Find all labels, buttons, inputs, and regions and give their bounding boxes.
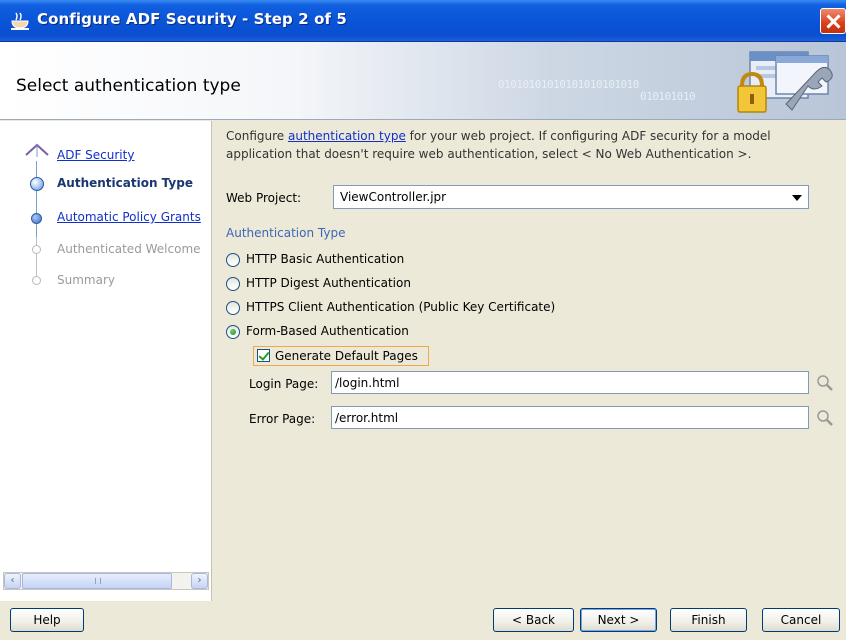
step-adf-security[interactable]: ADF Security <box>0 145 212 167</box>
intro-text: Configure authentication type for your w… <box>226 127 836 163</box>
chevron-down-icon <box>792 195 802 201</box>
window-title: Configure ADF Security - Step 2 of 5 <box>37 10 347 28</box>
step-label: Authenticated Welcome <box>57 242 201 256</box>
steps-horizontal-scrollbar[interactable]: ‹ › <box>3 572 209 590</box>
binary-decoration-2: 010101010 <box>640 90 696 103</box>
login-page-value: /login.html <box>335 376 400 390</box>
checkbox-checked[interactable] <box>257 349 270 362</box>
help-button[interactable]: Help <box>10 608 84 632</box>
radio-button-selected[interactable] <box>226 325 240 339</box>
error-page-input[interactable]: /error.html <box>331 406 809 429</box>
coffee-cup-icon <box>11 12 29 30</box>
search-icon[interactable] <box>816 374 834 392</box>
step-label: Automatic Policy Grants <box>57 210 201 224</box>
page-title: Select authentication type <box>16 76 241 96</box>
wizard-content: Configure authentication type for your w… <box>213 121 846 601</box>
step-authentication-type[interactable]: Authentication Type <box>0 173 212 195</box>
binary-decoration: 01010101010101010101010 <box>498 78 639 91</box>
scrollbar-thumb[interactable] <box>22 573 172 589</box>
step-authenticated-welcome: Authenticated Welcome <box>0 239 212 261</box>
next-button[interactable]: Next > <box>580 608 657 632</box>
checkbox-label: Generate Default Pages <box>275 349 418 363</box>
login-page-input[interactable]: /login.html <box>331 371 809 394</box>
step-summary: Summary <box>0 270 212 292</box>
wizard-header: Select authentication type 0101010101010… <box>0 42 846 120</box>
search-icon[interactable] <box>816 409 834 427</box>
radio-label: HTTP Basic Authentication <box>246 252 405 266</box>
wizard-button-bar: Help < Back Next > Finish Cancel <box>0 601 846 640</box>
login-page-label: Login Page: <box>249 377 319 391</box>
authentication-type-help-link[interactable]: authentication type <box>288 129 406 143</box>
back-button[interactable]: < Back <box>493 608 574 632</box>
scroll-left-button[interactable]: ‹ <box>4 573 21 589</box>
radio-label: HTTP Digest Authentication <box>246 276 411 290</box>
cancel-button[interactable]: Cancel <box>762 608 840 632</box>
radio-label: Form-Based Authentication <box>246 324 409 338</box>
error-page-value: /error.html <box>335 411 399 425</box>
scroll-right-button[interactable]: › <box>191 573 208 589</box>
web-project-label: Web Project: <box>226 191 302 205</box>
finish-button[interactable]: Finish <box>670 608 747 632</box>
authentication-type-section-title: Authentication Type <box>226 226 346 240</box>
web-project-value: ViewController.jpr <box>340 190 447 204</box>
step-automatic-policy-grants[interactable]: Automatic Policy Grants <box>0 207 212 229</box>
radio-label: HTTPS Client Authentication (Public Key … <box>246 300 556 314</box>
step-label: Summary <box>57 273 115 287</box>
title-bar: Configure ADF Security - Step 2 of 5 <box>0 0 846 42</box>
security-lock-wrench-icon <box>737 51 833 113</box>
step-label: Authentication Type <box>57 176 193 190</box>
wizard-steps-panel: ADF Security Authentication Type Automat… <box>0 121 212 601</box>
intro-prefix: Configure <box>226 129 288 143</box>
error-page-label: Error Page: <box>249 412 316 426</box>
step-label: ADF Security <box>57 148 135 162</box>
radio-button[interactable] <box>226 253 240 267</box>
radio-button[interactable] <box>226 277 240 291</box>
radio-button[interactable] <box>226 301 240 315</box>
close-button[interactable] <box>820 8 846 34</box>
web-project-dropdown[interactable]: ViewController.jpr <box>333 185 809 209</box>
generate-default-pages-checkbox[interactable]: Generate Default Pages <box>253 346 429 366</box>
